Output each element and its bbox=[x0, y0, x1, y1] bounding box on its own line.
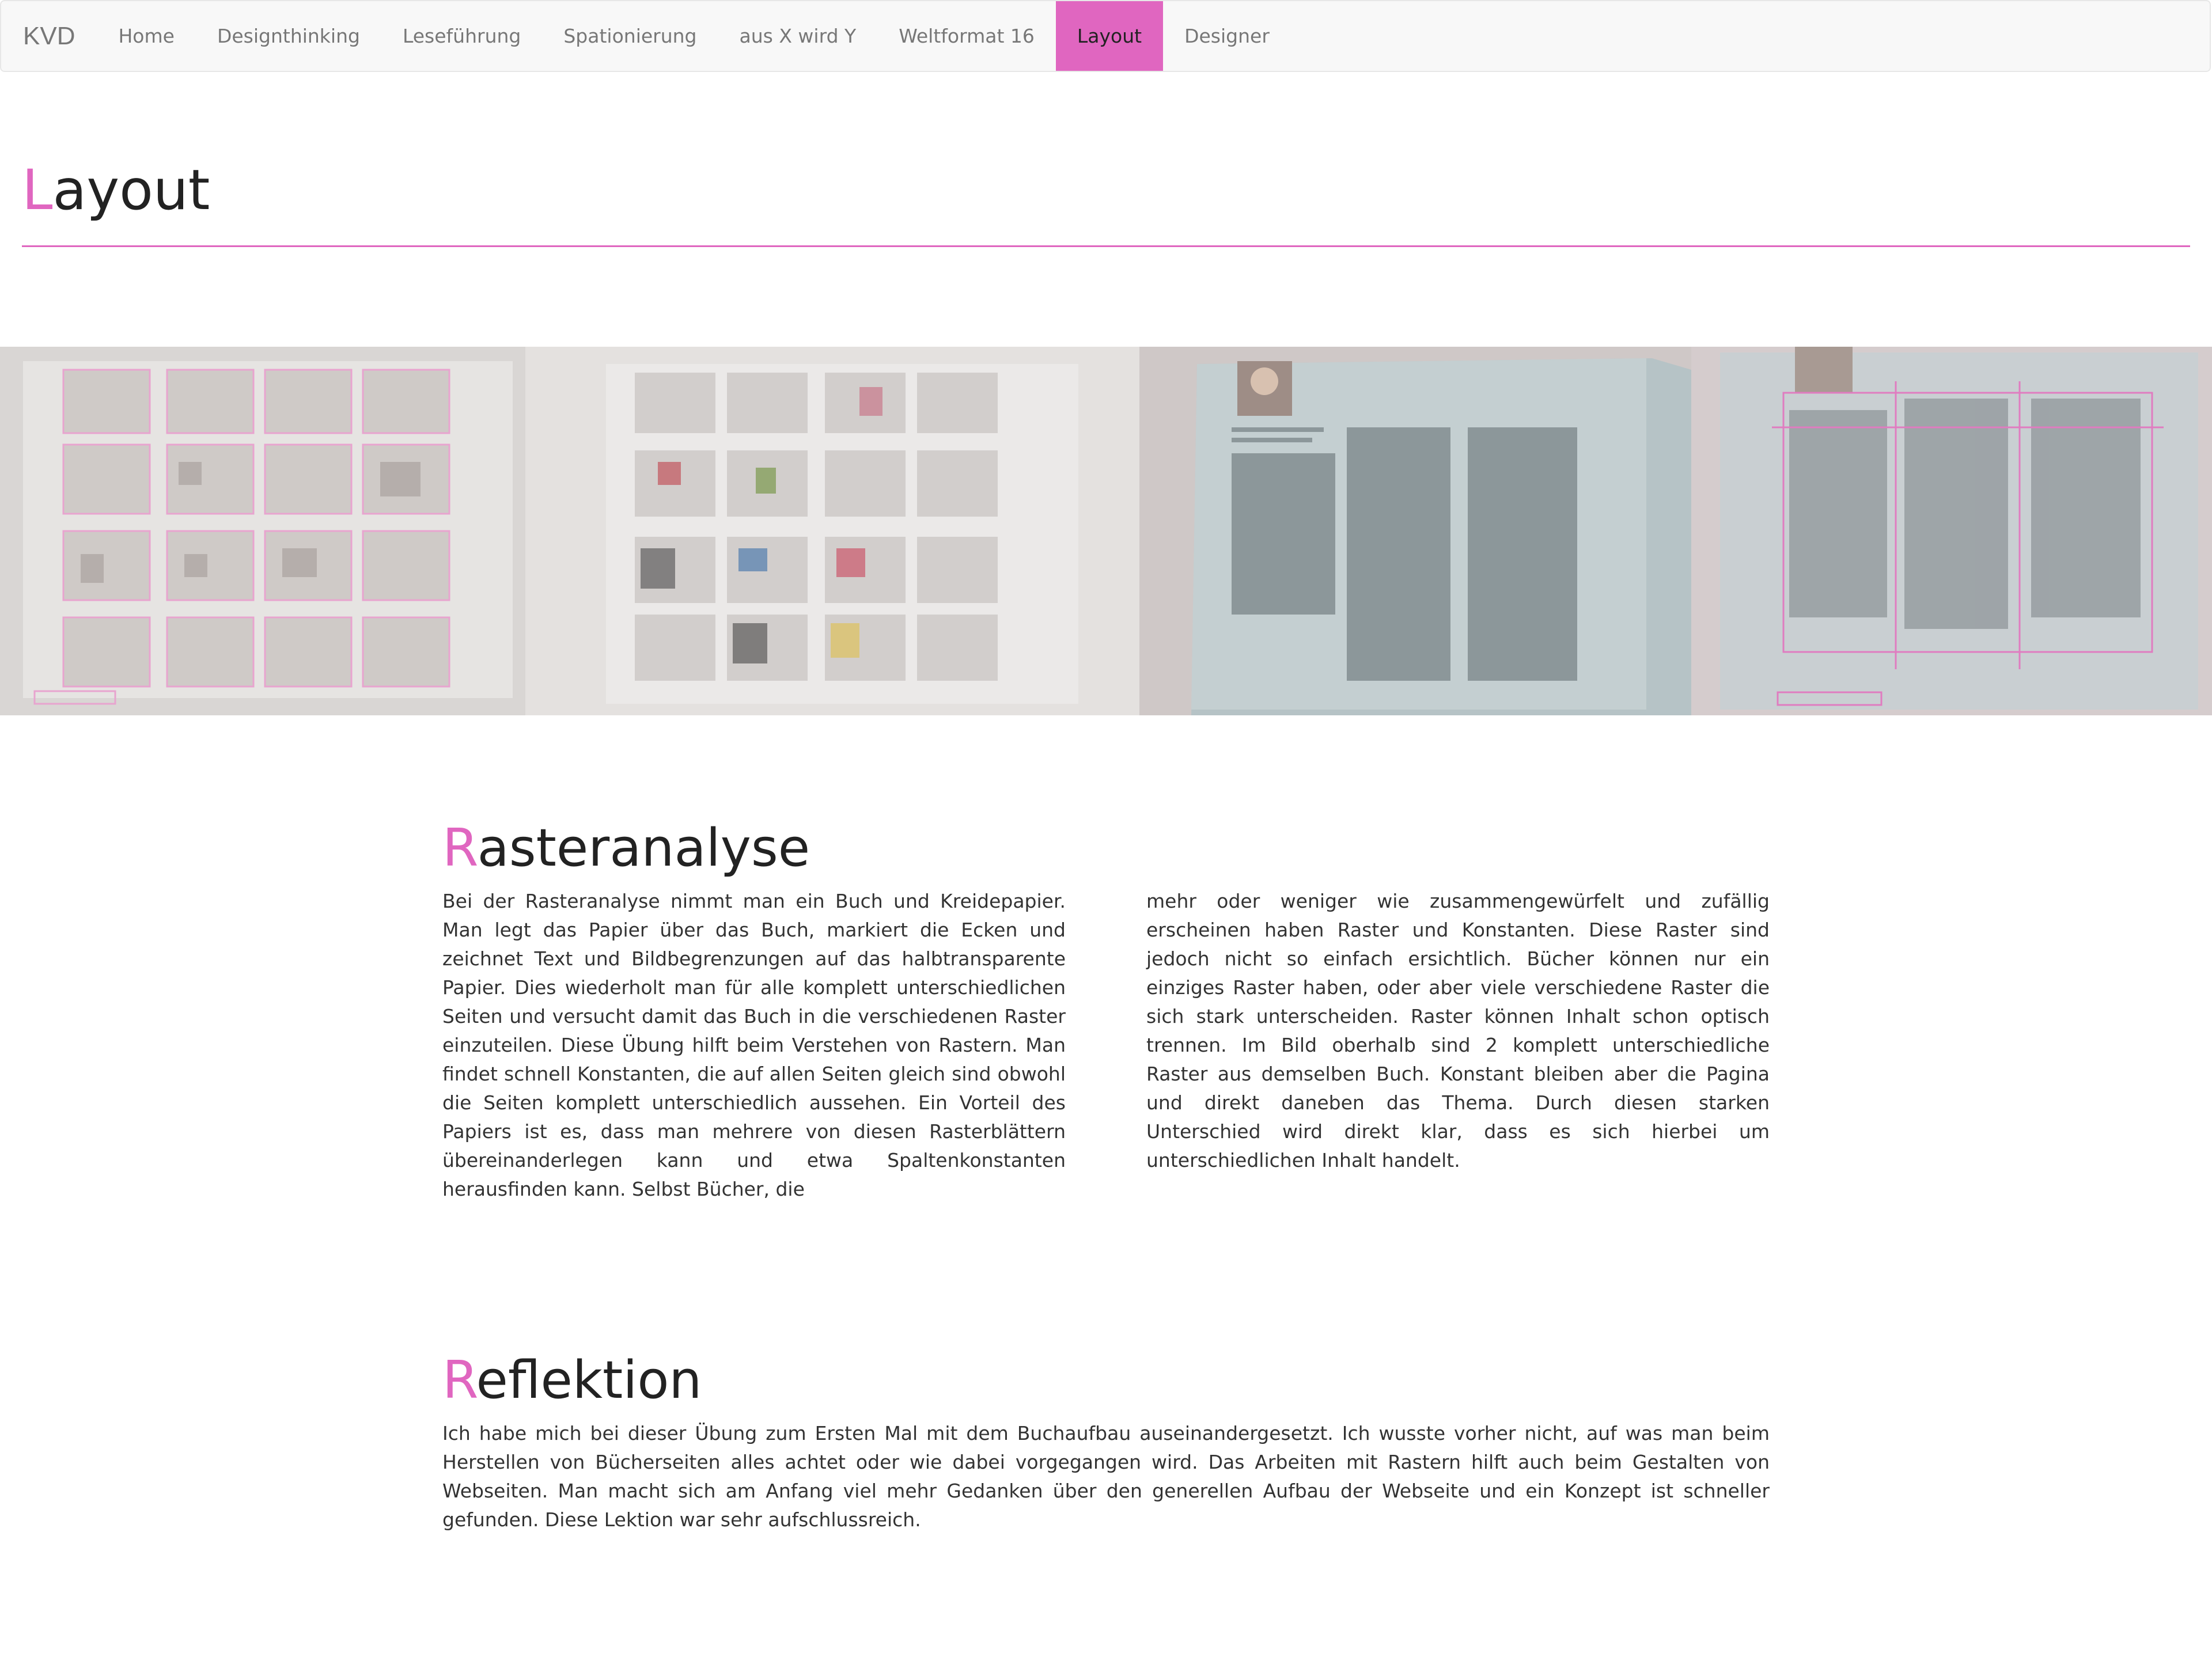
nav-item-home[interactable]: Home bbox=[97, 1, 195, 71]
section-title-initial: R bbox=[442, 1350, 476, 1410]
page-header: Layout bbox=[22, 156, 2190, 247]
photo-open-book-page bbox=[1139, 347, 1691, 715]
section-title-reflektion: Reflektion bbox=[442, 1349, 1770, 1412]
nav-item-layout[interactable]: Layout bbox=[1055, 1, 1164, 71]
photo-page-grid-overlay bbox=[1691, 347, 2212, 715]
top-navbar: KVD Home Designthinking Leseführung Spat… bbox=[0, 0, 2211, 72]
title-divider bbox=[22, 245, 2190, 247]
text-columns: Bei der Rasteranalyse nimmt man ein Buch… bbox=[442, 887, 1770, 1204]
page-title-rest: ayout bbox=[52, 158, 210, 222]
page-title-initial: L bbox=[22, 158, 53, 222]
paragraph-column-2: mehr oder weniger wie zusammengewürfelt … bbox=[1146, 890, 1770, 1171]
section-reflektion: Reflektion Ich habe mich bei dieser Übun… bbox=[442, 1349, 1770, 1534]
photo-book-spreads bbox=[525, 347, 1139, 715]
nav-item-weltformat-16[interactable]: Weltformat 16 bbox=[877, 1, 1056, 71]
paragraph-column-1: Bei der Rasteranalyse nimmt man ein Buch… bbox=[442, 890, 1066, 1200]
nav-item-designer[interactable]: Designer bbox=[1163, 1, 1291, 71]
page-title: Layout bbox=[22, 156, 2190, 225]
nav-item-spationierung[interactable]: Spationierung bbox=[542, 1, 718, 71]
photo-raster-grid-overlay bbox=[0, 347, 525, 715]
section-title-rest: eflektion bbox=[476, 1350, 702, 1410]
photo-gallery bbox=[0, 347, 2212, 715]
nav-item-designthinking[interactable]: Designthinking bbox=[196, 1, 381, 71]
nav-item-lesefuehrung[interactable]: Leseführung bbox=[381, 1, 542, 71]
paragraph-reflektion: Ich habe mich bei dieser Übung zum Erste… bbox=[442, 1422, 1770, 1531]
section-rasteranalyse: Rasteranalyse Bei der Rasteranalyse nimm… bbox=[442, 817, 1770, 1204]
section-title-initial: R bbox=[442, 818, 478, 878]
brand-link[interactable]: KVD bbox=[1, 1, 97, 71]
section-title-rasteranalyse: Rasteranalyse bbox=[442, 817, 1770, 880]
section-title-rest: asteranalyse bbox=[477, 818, 810, 878]
nav-item-aus-x-wird-y[interactable]: aus X wird Y bbox=[718, 1, 878, 71]
